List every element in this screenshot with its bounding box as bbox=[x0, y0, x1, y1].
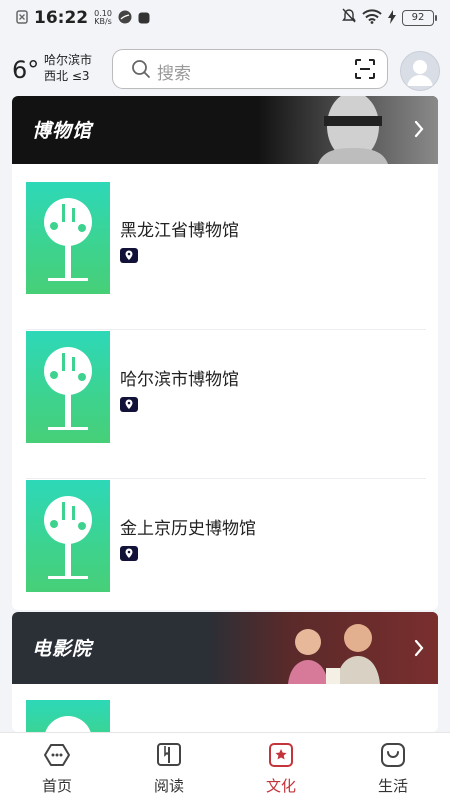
location-pin-icon bbox=[120, 248, 138, 263]
speed-unit: KB/s bbox=[94, 17, 112, 26]
battery-indicator: 92 bbox=[402, 10, 437, 26]
museum-thumbnail bbox=[26, 331, 110, 443]
mute-bell-icon bbox=[342, 8, 356, 28]
tab-home[interactable]: 首页 bbox=[12, 739, 102, 796]
search-icon bbox=[131, 59, 151, 83]
tab-label: 阅读 bbox=[153, 777, 184, 795]
tab-reading[interactable]: 阅读 bbox=[124, 739, 214, 796]
museum-name: 哈尔滨市博物馆 bbox=[120, 370, 239, 390]
avatar[interactable] bbox=[400, 51, 440, 91]
weather-location[interactable]: 哈尔滨市 西北 ≤3 bbox=[44, 52, 92, 84]
city-name: 哈尔滨市 bbox=[44, 53, 93, 67]
weather-temperature[interactable]: 6° bbox=[12, 56, 39, 84]
status-bar: 16:22 0.10 KB/s 92 bbox=[0, 0, 450, 36]
cinema-image bbox=[208, 612, 438, 684]
list-item[interactable]: 金上京历史博物馆 bbox=[26, 480, 426, 610]
section-title: 博物馆 bbox=[32, 120, 93, 142]
museum-thumbnail bbox=[26, 182, 110, 294]
status-time: 16:22 bbox=[34, 8, 89, 28]
tab-label: 文化 bbox=[265, 777, 296, 795]
wifi-icon bbox=[362, 8, 382, 28]
tab-culture[interactable]: 文化 bbox=[236, 739, 326, 796]
cinema-section: 电影院 bbox=[12, 612, 438, 732]
life-icon bbox=[348, 739, 438, 771]
statue-image bbox=[258, 96, 438, 164]
location-pin-icon bbox=[120, 546, 138, 561]
chevron-right-icon[interactable] bbox=[414, 639, 424, 661]
app-notification-icon-2 bbox=[138, 9, 150, 28]
museum-name: 黑龙江省博物馆 bbox=[120, 221, 239, 241]
tab-label: 生活 bbox=[377, 777, 408, 795]
scan-icon[interactable] bbox=[355, 59, 375, 83]
chevron-right-icon[interactable] bbox=[414, 120, 424, 142]
cinema-thumbnail[interactable] bbox=[26, 700, 110, 732]
divider bbox=[26, 478, 426, 479]
search-bar[interactable]: 搜索 bbox=[112, 49, 388, 89]
cinema-banner[interactable]: 电影院 bbox=[12, 612, 438, 684]
home-icon bbox=[12, 739, 102, 771]
section-title: 电影院 bbox=[32, 638, 93, 660]
divider bbox=[26, 329, 426, 330]
museum-section: 博物馆 黑龙江省博物馆 哈尔滨市博物馆 金上京历史博物馆 bbox=[12, 96, 438, 610]
top-header: 6° 哈尔滨市 西北 ≤3 搜索 bbox=[0, 36, 450, 94]
location-pin-icon bbox=[120, 397, 138, 412]
tab-label: 首页 bbox=[41, 777, 72, 795]
book-icon bbox=[124, 739, 214, 771]
search-placeholder: 搜索 bbox=[157, 64, 191, 84]
tab-life[interactable]: 生活 bbox=[348, 739, 438, 796]
network-speed: 0.10 KB/s bbox=[94, 10, 112, 26]
notification-icon bbox=[16, 9, 28, 28]
bottom-tab-bar: 首页 阅读 文化 生活 bbox=[0, 732, 450, 801]
culture-icon bbox=[236, 739, 326, 771]
app-notification-icon bbox=[118, 9, 132, 28]
museum-thumbnail bbox=[26, 480, 110, 592]
list-item[interactable]: 黑龙江省博物馆 bbox=[26, 182, 426, 330]
wind-info: 西北 ≤3 bbox=[44, 69, 90, 83]
list-item[interactable]: 哈尔滨市博物馆 bbox=[26, 331, 426, 479]
museum-name: 金上京历史博物馆 bbox=[120, 519, 256, 539]
museum-banner[interactable]: 博物馆 bbox=[12, 96, 438, 164]
charging-icon bbox=[388, 9, 396, 28]
